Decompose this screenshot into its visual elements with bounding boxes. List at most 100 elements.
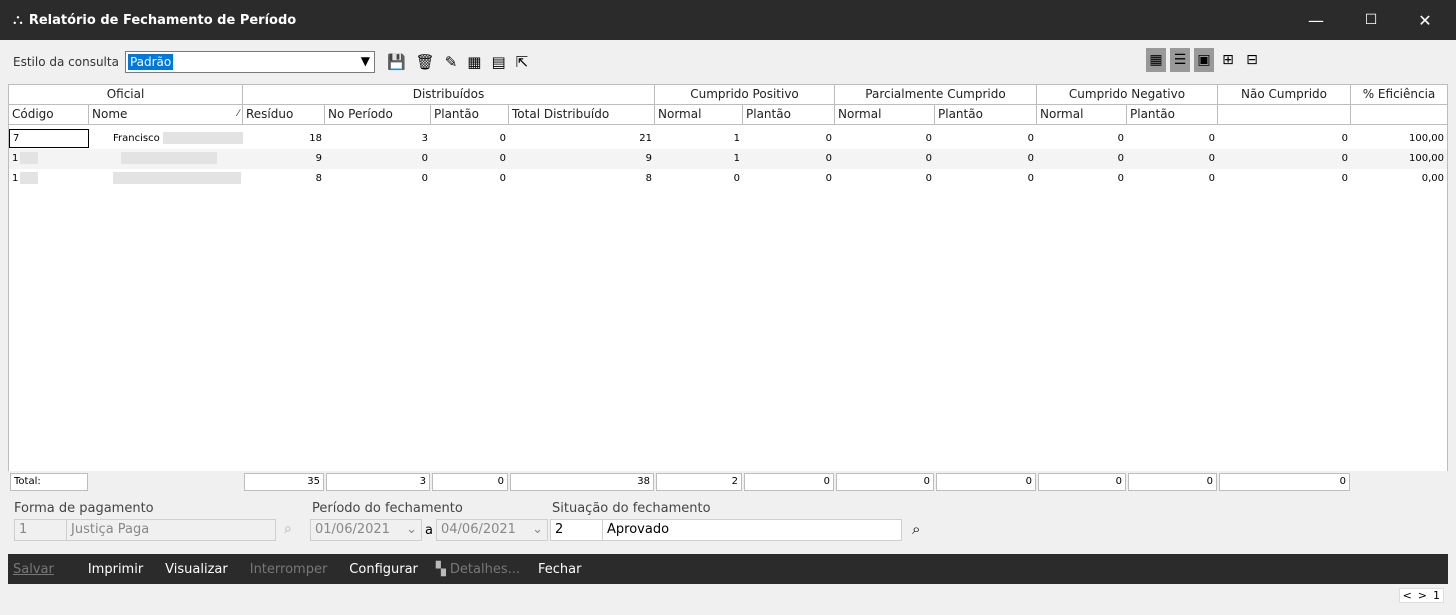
col-eficiencia[interactable] [1351,105,1447,125]
save-icon[interactable]: 💾 [387,53,406,71]
cell-cp-plantao: 0 [825,153,832,164]
cell-cn-normal: 0 [1117,173,1124,184]
periodo-label: Período do fechamento [312,501,463,516]
tree-view-icon[interactable]: ⊞ [1218,48,1238,72]
col-no-periodo[interactable]: No Período [325,105,431,125]
cell-eficiencia: 100,00 [1409,133,1444,144]
imprimir-button[interactable]: Imprimir [88,562,143,577]
group-distribuidos: Distribuídos [243,85,655,105]
situacao-name-field[interactable]: Aprovado [602,519,902,541]
document-icon[interactable]: ▤ [491,53,505,71]
group-oficial: Oficial [9,85,243,105]
cell-residuo: 18 [309,133,322,144]
col-nome[interactable]: Nome ⁄ [89,105,243,125]
export-icon[interactable]: ⇱ [516,53,529,71]
situacao-label: Situação do fechamento [552,501,711,516]
col-pc-normal[interactable]: Normal [835,105,935,125]
total-cp-normal: 2 [656,473,742,491]
total-residuo: 35 [244,473,324,491]
style-select[interactable]: Padrão ▼ [124,50,375,73]
periodo-separator: a [425,523,433,538]
total-periodo: 3 [326,473,430,491]
cell-pc-plantao: 0 [1027,153,1034,164]
band-view-icon[interactable]: ⊟ [1242,48,1262,72]
app-logo-icon: ⛬ [13,12,23,28]
fechar-button[interactable]: Fechar [538,562,581,577]
cell-pc-normal: 0 [925,133,932,144]
col-total-distribuido[interactable]: Total Distribuído [509,105,655,125]
results-grid[interactable]: Oficial Distribuídos Cumprido Positivo P… [8,84,1448,492]
next-page-button[interactable]: > [1418,589,1427,602]
cell-total: 21 [639,133,652,144]
cell-codigo[interactable]: 1 [9,169,89,189]
status-bar: < > 1 [8,586,1448,606]
search-icon[interactable]: ⌕ [284,521,292,537]
detalhes-button[interactable]: Detalhes... [450,562,520,577]
cell-pc-normal: 0 [925,173,932,184]
style-label: Estilo da consulta [13,54,119,69]
table-row[interactable]: 1 9 0 0 9 1 0 0 0 0 0 0 100,00 [9,149,1447,169]
group-header-row: Oficial Distribuídos Cumprido Positivo P… [9,85,1447,105]
cell-cp-plantao: 0 [825,173,832,184]
cell-cn-plantao: 0 [1208,173,1215,184]
col-residuo[interactable]: Resíduo [243,105,325,125]
sort-icon: ⁄ [237,109,239,119]
cell-nome [89,169,243,189]
col-codigo[interactable]: Código [9,105,89,125]
cell-codigo[interactable]: 1 [9,149,89,169]
excel-export-icon[interactable]: ▦ [467,53,481,71]
cell-nao-cumprido: 0 [1341,153,1348,164]
interromper-button[interactable]: Interromper [250,562,328,577]
pagamento-code-field[interactable]: 1 [14,519,68,541]
cell-plantao: 0 [499,173,506,184]
table-row[interactable]: 1 8 0 0 8 0 0 0 0 0 0 0 0,00 [9,169,1447,189]
col-plantao[interactable]: Plantão [431,105,509,125]
grid-view-icon[interactable]: ▦ [1146,48,1166,72]
cell-eficiencia: 100,00 [1409,153,1444,164]
chevron-down-icon[interactable]: ⌄ [532,520,543,540]
redacted-block [20,152,39,164]
search-icon[interactable]: ⌕ [912,520,920,538]
close-button[interactable]: ✕ [1400,0,1450,40]
cell-residuo: 8 [315,173,322,184]
cell-nao-cumprido: 0 [1341,133,1348,144]
query-toolbar: Estilo da consulta Padrão ▼ 💾 🗑 ✎ ▦ ▤ ⇱ … [8,44,1448,79]
prev-page-button[interactable]: < [1403,589,1412,602]
pagamento-name-field[interactable]: Justiça Paga [66,519,276,541]
maximize-button[interactable]: ☐ [1346,0,1396,40]
details-icon: ▚ [435,561,446,577]
cell-plantao: 0 [499,153,506,164]
col-cp-normal[interactable]: Normal [655,105,743,125]
periodo-to-field[interactable]: 04/06/2021 ⌄ [436,519,548,541]
periodo-from-field[interactable]: 01/06/2021 ⌄ [310,519,422,541]
cell-total: 9 [645,153,652,164]
situacao-code-field[interactable]: 2 [550,519,604,541]
trash-icon[interactable]: 🗑 [416,53,435,71]
group-cumprido-positivo: Cumprido Positivo [655,85,835,105]
cell-cn-normal: 0 [1117,153,1124,164]
col-pc-plantao[interactable]: Plantão [935,105,1037,125]
chevron-down-icon[interactable]: ▼ [361,54,370,68]
pencil-icon[interactable]: ✎ [445,53,458,71]
filter-panel: Forma de pagamento 1 Justiça Paga ⌕ Perí… [8,500,1448,550]
cell-codigo[interactable]: 7 [9,129,89,148]
col-cn-plantao[interactable]: Plantão [1127,105,1218,125]
cell-cn-normal: 0 [1117,133,1124,144]
cell-pc-plantao: 0 [1027,173,1034,184]
col-nao-cumprido[interactable] [1218,105,1351,125]
salvar-button[interactable]: Salvar [13,562,54,577]
redacted-block [162,132,243,144]
pagamento-label: Forma de pagamento [14,501,154,516]
configurar-button[interactable]: Configurar [349,562,418,577]
col-cn-normal[interactable]: Normal [1037,105,1127,125]
list-view-icon[interactable]: ☰ [1170,48,1190,72]
card-view-icon[interactable]: ▣ [1194,48,1214,72]
cell-nome: Francisco [89,129,243,149]
col-cp-plantao[interactable]: Plantão [743,105,835,125]
redacted-block [121,152,217,164]
cell-cn-plantao: 0 [1208,133,1215,144]
chevron-down-icon[interactable]: ⌄ [406,520,417,540]
table-row[interactable]: 7 Francisco 18 3 0 21 1 0 0 0 0 0 0 100,… [9,129,1447,149]
visualizar-button[interactable]: Visualizar [165,562,228,577]
minimize-button[interactable]: — [1291,0,1341,40]
